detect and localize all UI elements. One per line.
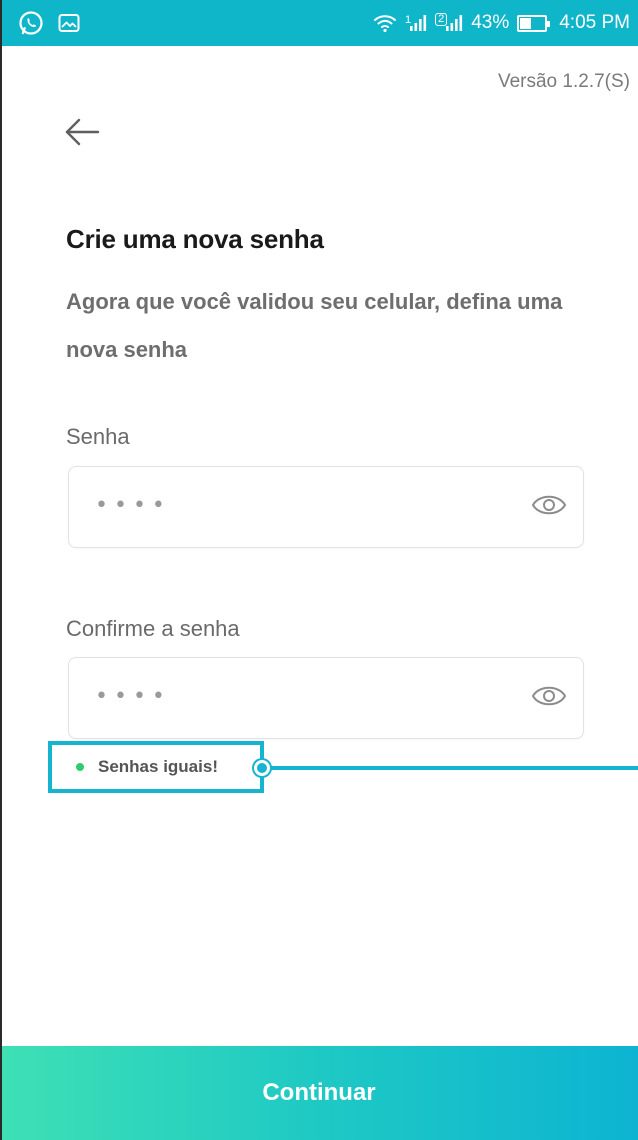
callout-node — [254, 760, 270, 776]
password-match-indicator: Senhas iguais! — [48, 741, 264, 793]
confirm-password-value: •••• — [95, 684, 171, 709]
sim2-label: 2 — [435, 13, 448, 26]
signal-bars-icon — [410, 15, 427, 31]
continue-button[interactable]: Continuar — [0, 1046, 638, 1140]
eye-icon — [531, 683, 567, 714]
status-bar: 1 2 43% 4:05 PM — [0, 0, 638, 46]
match-status-dot — [76, 763, 84, 771]
wifi-icon — [373, 13, 397, 33]
signal-bars-icon — [446, 15, 463, 31]
confirm-password-field[interactable]: •••• — [68, 657, 584, 739]
whatsapp-icon — [18, 10, 44, 36]
callout-line — [268, 766, 638, 770]
eye-icon — [531, 492, 567, 523]
status-time: 4:05 PM — [559, 12, 630, 33]
sim1-label: 1 — [404, 14, 412, 26]
page-title: Crie uma nova senha — [66, 224, 324, 254]
password-label: Senha — [66, 424, 130, 449]
arrow-left-icon — [62, 116, 102, 153]
battery-icon — [517, 14, 551, 32]
signal-sim2: 2 — [435, 13, 463, 32]
version-label: Versão 1.2.7(S) — [497, 71, 630, 92]
match-status-text: Senhas iguais! — [98, 757, 218, 776]
back-button[interactable] — [58, 110, 106, 158]
confirm-password-label: Confirme a senha — [66, 616, 240, 641]
signal-sim1: 1 — [405, 14, 427, 32]
status-left — [18, 10, 80, 36]
confirm-password-visibility-toggle[interactable] — [529, 680, 569, 716]
image-icon — [58, 13, 80, 33]
screen: 1 2 43% 4:05 PM Versão 1.2.7(S) Crie uma… — [0, 0, 638, 1140]
status-right: 1 2 43% 4:05 PM — [373, 12, 630, 34]
password-field[interactable]: •••• — [68, 466, 584, 548]
battery-percent: 43% — [471, 12, 510, 33]
continue-label: Continuar — [262, 1079, 376, 1106]
password-value: •••• — [95, 493, 171, 518]
password-visibility-toggle[interactable] — [529, 489, 569, 525]
page-subtitle: Agora que você validou seu celular, defi… — [66, 289, 563, 362]
